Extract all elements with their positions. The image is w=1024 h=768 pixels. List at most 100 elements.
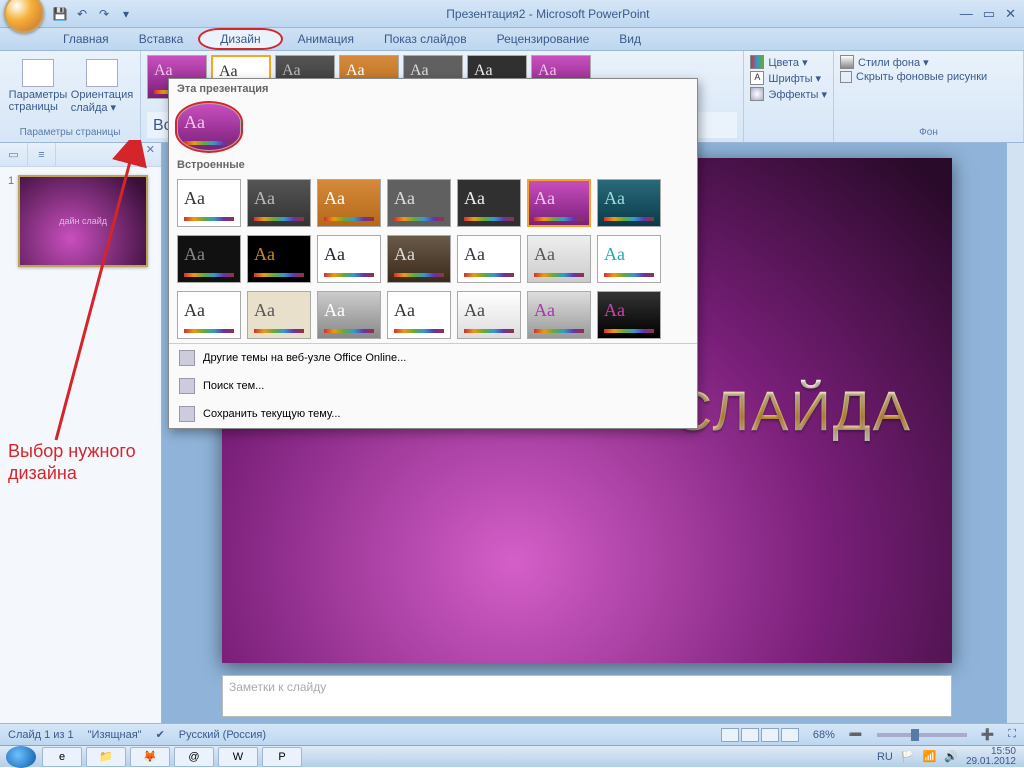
theme-option[interactable]: Aa (177, 291, 241, 339)
tray-clock[interactable]: 15:50 29.01.2012 (966, 747, 1016, 767)
maximize-button[interactable]: ▭ (983, 6, 995, 22)
theme-option[interactable]: Aa (317, 179, 381, 227)
theme-option[interactable]: Aa (527, 291, 591, 339)
slide-thumb-1[interactable]: 1 дaйн слайд (0, 167, 161, 275)
theme-option[interactable]: Aa (597, 291, 661, 339)
task-firefox[interactable]: 🦊 (130, 747, 170, 767)
orientation-button[interactable]: Ориентация слайда ▾ (70, 55, 134, 114)
save-icon (179, 406, 195, 422)
task-ie[interactable]: e (42, 747, 82, 767)
vertical-scrollbar[interactable] (1007, 143, 1024, 723)
theme-option[interactable]: Aa (457, 235, 521, 283)
colors-button[interactable]: Цвета ▾ (750, 55, 827, 69)
close-button[interactable]: ✕ (1005, 6, 1016, 22)
tray-network-icon[interactable]: 📶 (923, 750, 937, 763)
slides-pane-tabs: ▭ ≡ ✕ (0, 143, 161, 167)
tray-lang[interactable]: RU (877, 751, 893, 763)
qat-more-icon[interactable]: ▾ (116, 4, 136, 24)
quick-access-toolbar: 💾 ↶ ↷ ▾ (50, 4, 136, 24)
tab-view[interactable]: Вид (604, 28, 656, 50)
orientation-icon (86, 59, 118, 87)
tab-design[interactable]: Дизайн (198, 28, 282, 50)
minimize-button[interactable]: — (960, 6, 973, 22)
redo-icon[interactable]: ↷ (94, 4, 114, 24)
zoom-slider[interactable] (877, 733, 967, 737)
gallery-section-builtin: Встроенные (169, 155, 697, 175)
search-themes[interactable]: Поиск тем... (169, 372, 697, 400)
task-word[interactable]: W (218, 747, 258, 767)
task-powerpoint[interactable]: P (262, 747, 302, 767)
slide-thumbnail[interactable]: дaйн слайд (18, 175, 148, 267)
group-label-pagesetup: Параметры страницы (6, 127, 134, 138)
slide-title-text: СЛАЙДА (672, 378, 912, 443)
theme-option[interactable]: Aa (387, 235, 451, 283)
more-themes-online[interactable]: Другие темы на веб-узле Office Online... (169, 344, 697, 372)
orientation-label: Ориентация слайда ▾ (71, 89, 133, 114)
bg-styles-button[interactable]: Стили фона ▾ (840, 55, 1017, 69)
page-setup-button[interactable]: Параметры страницы (6, 55, 70, 114)
start-button[interactable] (6, 746, 36, 768)
effects-icon (750, 87, 764, 101)
theme-option[interactable]: Aa (177, 179, 241, 227)
tab-animation[interactable]: Анимация (283, 28, 369, 50)
title-bar: 💾 ↶ ↷ ▾ Презентация2 - Microsoft PowerPo… (0, 0, 1024, 28)
theme-option[interactable]: Aa (597, 179, 661, 227)
slides-pane: ▭ ≡ ✕ 1 дaйн слайд (0, 143, 162, 723)
fit-slide-icon[interactable]: ⛶ (1008, 728, 1016, 741)
zoom-in-icon[interactable]: ➕ (981, 728, 995, 741)
theme-name: "Изящная" (88, 729, 142, 741)
gallery-section-this: Эта презентация (169, 79, 697, 99)
status-bar: Слайд 1 из 1 "Изящная" ✔ Русский (Россия… (0, 723, 1024, 745)
theme-option[interactable]: Aa (527, 179, 591, 227)
theme-option[interactable]: Aa (247, 179, 311, 227)
zoom-out-icon[interactable]: ➖ (849, 728, 863, 741)
group-theme-options: Цвета ▾ AШрифты ▾ Эффекты ▾ (744, 51, 834, 142)
theme-option[interactable]: Aa (247, 235, 311, 283)
slide-counter: Слайд 1 из 1 (8, 729, 74, 741)
tab-slideshow[interactable]: Показ слайдов (369, 28, 482, 50)
theme-option[interactable]: Aa (387, 291, 451, 339)
view-buttons[interactable] (721, 728, 799, 742)
theme-current[interactable]: Aa (177, 103, 241, 151)
tray-sound-icon[interactable]: 🔊 (944, 750, 958, 763)
theme-option[interactable]: Aa (457, 291, 521, 339)
tab-review[interactable]: Рецензирование (482, 28, 605, 50)
theme-option[interactable]: Aa (527, 235, 591, 283)
theme-option[interactable]: Aa (387, 179, 451, 227)
theme-option[interactable]: Aa (457, 179, 521, 227)
taskbar: e 📁 🦊 @ W P RU 🏳️ 📶 🔊 15:50 29.01.2012 (0, 745, 1024, 767)
undo-icon[interactable]: ↶ (72, 4, 92, 24)
fonts-button[interactable]: AШрифты ▾ (750, 71, 827, 85)
task-explorer[interactable]: 📁 (86, 747, 126, 767)
theme-option[interactable]: Aa (177, 235, 241, 283)
zoom-percent[interactable]: 68% (813, 729, 835, 741)
language-status[interactable]: Русский (Россия) (179, 729, 266, 741)
theme-option[interactable]: Aa (247, 291, 311, 339)
tab-outline-icon[interactable]: ≡ (28, 143, 56, 166)
tab-home[interactable]: Главная (48, 28, 124, 50)
slides-pane-close[interactable]: ✕ (140, 143, 161, 166)
checkbox-icon (840, 71, 852, 83)
fonts-icon: A (750, 71, 764, 85)
system-tray: RU 🏳️ 📶 🔊 15:50 29.01.2012 (877, 747, 1024, 767)
annotation-text: Выбор нужного дизайна (8, 440, 136, 484)
window-controls: — ▭ ✕ (960, 6, 1016, 22)
tab-insert[interactable]: Вставка (124, 28, 199, 50)
spellcheck-icon[interactable]: ✔ (156, 728, 165, 741)
theme-option[interactable]: Aa (317, 235, 381, 283)
effects-button[interactable]: Эффекты ▾ (750, 87, 827, 101)
theme-option[interactable]: Aa (317, 291, 381, 339)
tab-slides-icon[interactable]: ▭ (0, 143, 28, 166)
task-mail[interactable]: @ (174, 747, 214, 767)
group-background: Стили фона ▾ Скрыть фоновые рисунки Фон (834, 51, 1024, 142)
tray-flag-icon[interactable]: 🏳️ (901, 750, 915, 763)
save-current-theme[interactable]: Сохранить текущую тему... (169, 400, 697, 428)
ribbon-tabs: Главная Вставка Дизайн Анимация Показ сл… (0, 28, 1024, 51)
slide-number: 1 (8, 175, 14, 267)
notes-pane[interactable]: Заметки к слайду (222, 675, 952, 717)
save-icon[interactable]: 💾 (50, 4, 70, 24)
group-label-bg: Фон (840, 127, 1017, 138)
theme-option[interactable]: Aa (597, 235, 661, 283)
folder-icon (179, 378, 195, 394)
hide-bg-checkbox[interactable]: Скрыть фоновые рисунки (840, 71, 1017, 83)
